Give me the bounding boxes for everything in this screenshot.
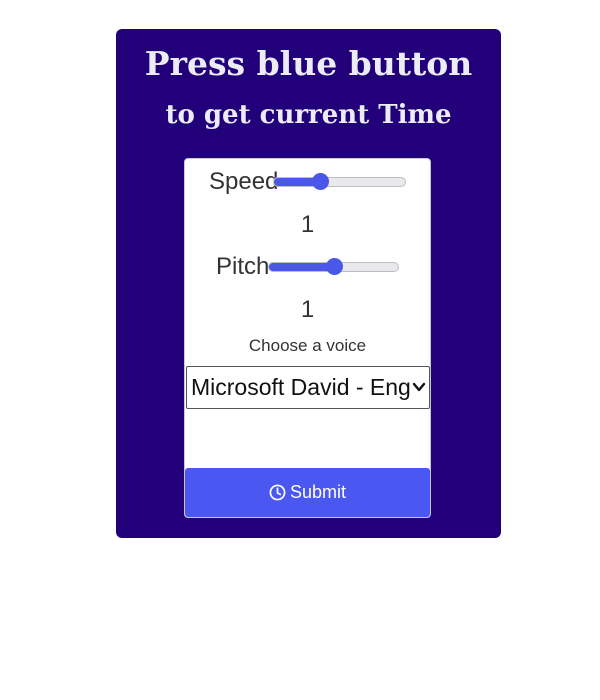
- speed-slider[interactable]: [273, 173, 406, 190]
- voice-select[interactable]: Microsoft David - English (United States…: [186, 366, 430, 409]
- speed-value: 1: [300, 211, 315, 238]
- pitch-value: 1: [300, 296, 315, 323]
- pitch-slider-thumb[interactable]: [326, 258, 343, 275]
- main-card: Press blue button to get current Time Sp…: [116, 29, 501, 538]
- voice-label: Choose a voice: [248, 336, 367, 355]
- speed-label: Speed: [209, 168, 279, 195]
- submit-button[interactable]: Submit: [185, 468, 430, 517]
- page-subtitle: to get current Time: [165, 100, 452, 130]
- voice-select-value: Microsoft David - English (United States…: [191, 374, 411, 400]
- pitch-slider[interactable]: [268, 258, 399, 275]
- pitch-label: Pitch: [216, 253, 270, 280]
- pitch-slider-fill: [269, 263, 334, 271]
- chevron-down-icon: [412, 382, 426, 392]
- clock-icon: [269, 484, 286, 501]
- controls-panel: Speed 1 Pitch 1 Choose a voice Microsoft…: [184, 158, 431, 518]
- speed-slider-thumb[interactable]: [312, 173, 329, 190]
- page-title: Press blue button: [144, 44, 473, 83]
- pitch-row: Pitch: [185, 252, 430, 282]
- speed-row: Speed: [185, 167, 430, 197]
- submit-label: Submit: [289, 482, 347, 502]
